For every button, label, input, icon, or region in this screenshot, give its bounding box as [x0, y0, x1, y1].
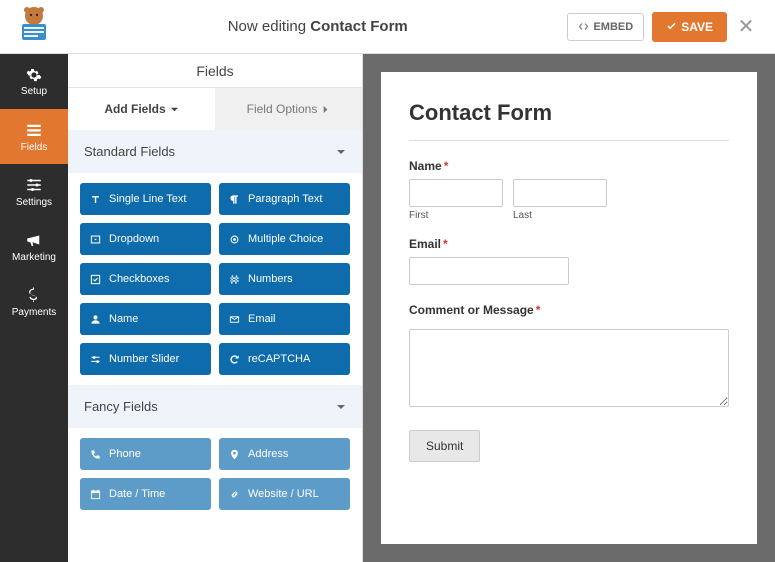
tab-add-fields[interactable]: Add Fields — [68, 88, 215, 130]
chevron-down-icon — [336, 402, 346, 412]
pin-icon — [229, 449, 240, 460]
list-icon — [25, 121, 43, 139]
form-title: Contact Form — [409, 100, 729, 126]
sidenav-settings[interactable]: Settings — [0, 164, 68, 219]
chevron-down-icon — [336, 147, 346, 157]
envelope-icon — [229, 314, 240, 325]
label-email: Email* — [409, 237, 729, 251]
chevron-right-icon — [321, 105, 330, 114]
embed-button[interactable]: EMBED — [567, 13, 644, 41]
field-dropdown[interactable]: Dropdown — [80, 223, 211, 255]
code-icon — [578, 21, 589, 32]
paragraph-icon — [229, 194, 240, 205]
field-name[interactable]: Name — [80, 303, 211, 335]
field-checkboxes[interactable]: Checkboxes — [80, 263, 211, 295]
field-email[interactable]: Email — [219, 303, 350, 335]
sliders-icon — [90, 354, 101, 365]
field-phone[interactable]: Phone — [80, 438, 211, 470]
dollar-icon — [25, 286, 43, 304]
text-icon — [90, 194, 101, 205]
sidenav-setup[interactable]: Setup — [0, 54, 68, 109]
sublabel-last: Last — [513, 210, 607, 221]
tab-field-options[interactable]: Field Options — [215, 88, 362, 130]
group-fancy-fields[interactable]: Fancy Fields — [68, 385, 362, 428]
save-button[interactable]: SAVE — [652, 12, 727, 42]
group-standard-fields[interactable]: Standard Fields — [68, 130, 362, 173]
gear-icon — [26, 67, 42, 83]
radio-icon — [229, 234, 240, 245]
input-first-name[interactable] — [409, 179, 503, 207]
field-date-time[interactable]: Date / Time — [80, 478, 211, 510]
field-recaptcha[interactable]: reCAPTCHA — [219, 343, 350, 375]
field-numbers[interactable]: Numbers — [219, 263, 350, 295]
field-address[interactable]: Address — [219, 438, 350, 470]
hash-icon — [229, 274, 240, 285]
input-message[interactable] — [409, 329, 729, 407]
sidenav-payments[interactable]: Payments — [0, 274, 68, 329]
sidenav-fields[interactable]: Fields — [0, 109, 68, 164]
sublabel-first: First — [409, 210, 503, 221]
field-paragraph-text[interactable]: Paragraph Text — [219, 183, 350, 215]
calendar-icon — [90, 489, 101, 500]
input-last-name[interactable] — [513, 179, 607, 207]
label-name: Name* — [409, 159, 729, 173]
form-preview[interactable]: Contact Form Name* First Last Email* Com… — [381, 72, 757, 544]
caret-icon — [90, 234, 101, 245]
check-icon — [666, 21, 677, 32]
phone-icon — [90, 449, 101, 460]
field-number-slider[interactable]: Number Slider — [80, 343, 211, 375]
user-icon — [90, 314, 101, 325]
section-title: Fields — [68, 54, 362, 88]
link-icon — [229, 489, 240, 500]
sliders-icon — [25, 176, 43, 194]
submit-button[interactable]: Submit — [409, 430, 480, 462]
label-message: Comment or Message* — [409, 303, 729, 317]
page-title: Now editing Contact Form — [68, 18, 567, 35]
close-icon[interactable]: ✕ — [727, 14, 765, 39]
google-icon — [229, 354, 240, 365]
chevron-down-icon — [170, 105, 179, 114]
megaphone-icon — [25, 231, 43, 249]
field-multiple-choice[interactable]: Multiple Choice — [219, 223, 350, 255]
field-website-url[interactable]: Website / URL — [219, 478, 350, 510]
check-icon — [90, 274, 101, 285]
input-email[interactable] — [409, 257, 569, 285]
field-single-line-text[interactable]: Single Line Text — [80, 183, 211, 215]
app-logo — [0, 0, 68, 54]
sidenav-marketing[interactable]: Marketing — [0, 219, 68, 274]
